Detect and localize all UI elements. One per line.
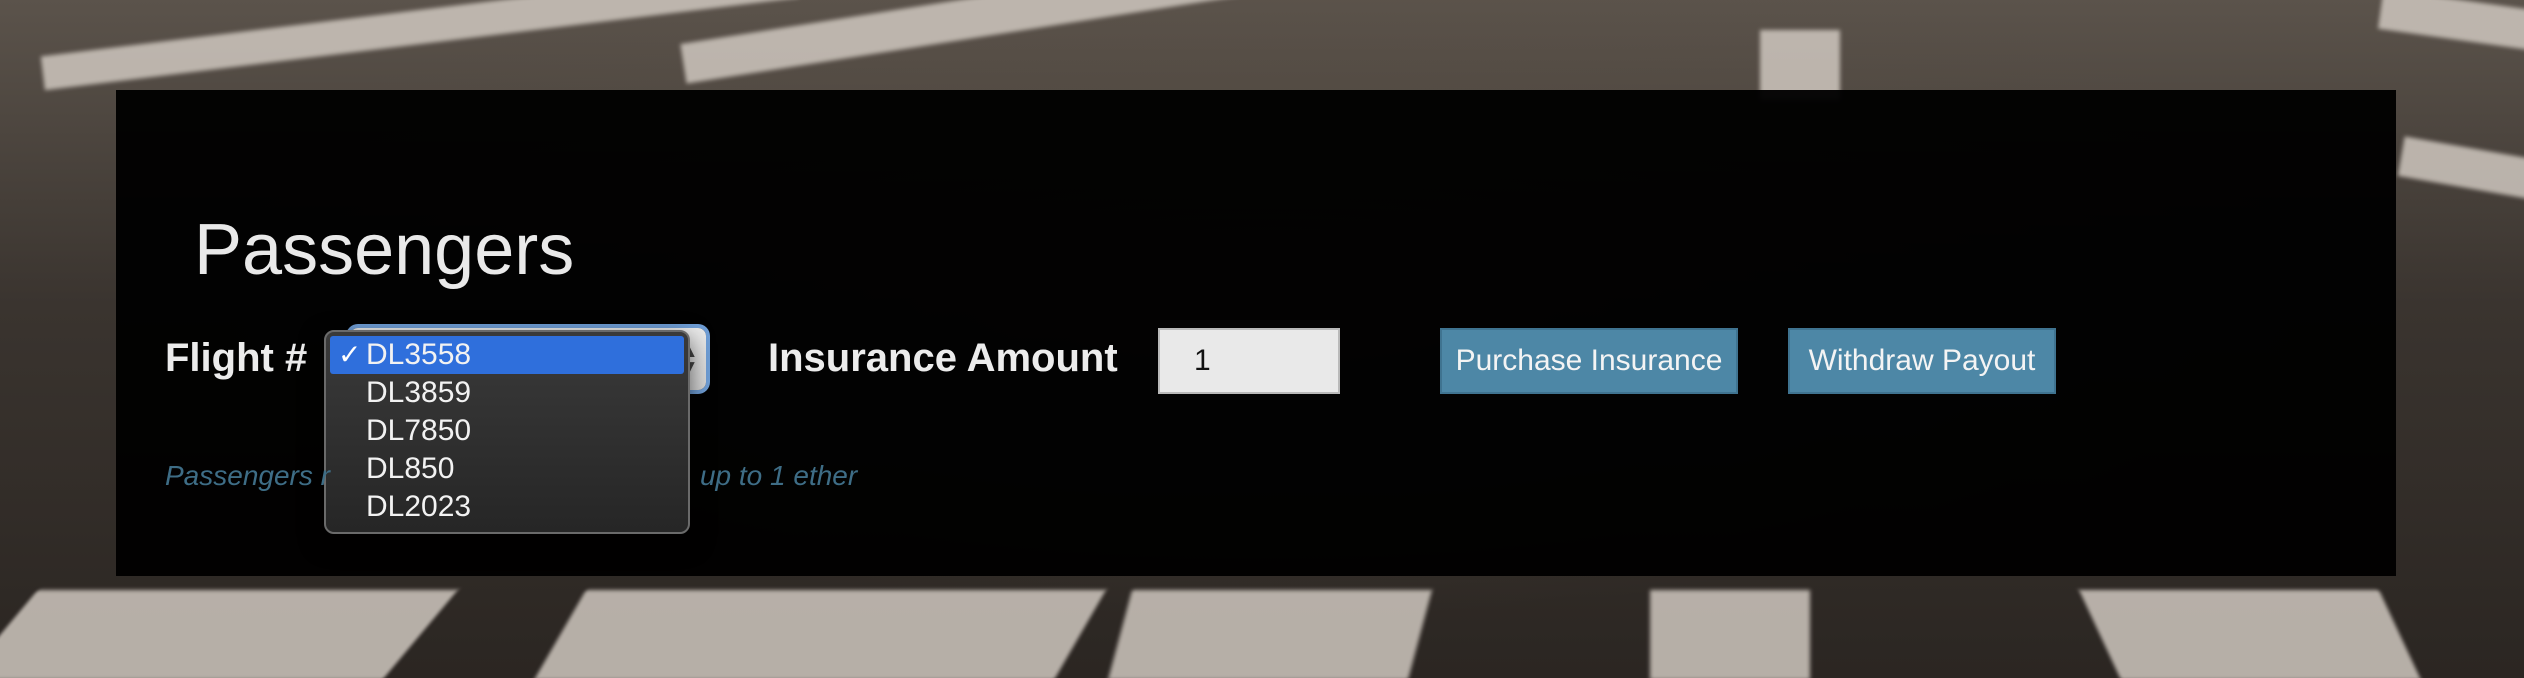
hint-text-left: Passengers r	[165, 460, 330, 491]
flight-option[interactable]: DL7850	[326, 412, 688, 450]
flight-option-label: DL3558	[366, 338, 472, 371]
checkmark-icon: ✓	[338, 339, 362, 370]
withdraw-payout-button[interactable]: Withdraw Payout	[1788, 328, 2056, 394]
section-title: Passengers	[194, 210, 575, 290]
flight-option-label: DL7850	[366, 414, 472, 447]
hint-text-right: up to 1 ether	[699, 460, 858, 491]
passenger-hint-text: Passengers r up to 1 ether	[165, 458, 857, 494]
insurance-amount-input[interactable]	[1158, 328, 1340, 394]
flight-option-label: DL2023	[366, 490, 472, 523]
flight-label: Flight #	[165, 336, 308, 380]
flight-option[interactable]: DL3859	[326, 374, 688, 412]
flight-option-selected[interactable]: ✓ DL3558	[330, 336, 684, 374]
insurance-amount-label: Insurance Amount	[768, 336, 1118, 380]
flight-option-label: DL3859	[366, 376, 472, 409]
flight-dropdown-list[interactable]: ✓ DL3558 DL3859 DL7850 DL850 DL2023	[324, 330, 690, 534]
purchase-insurance-button[interactable]: Purchase Insurance	[1440, 328, 1738, 394]
